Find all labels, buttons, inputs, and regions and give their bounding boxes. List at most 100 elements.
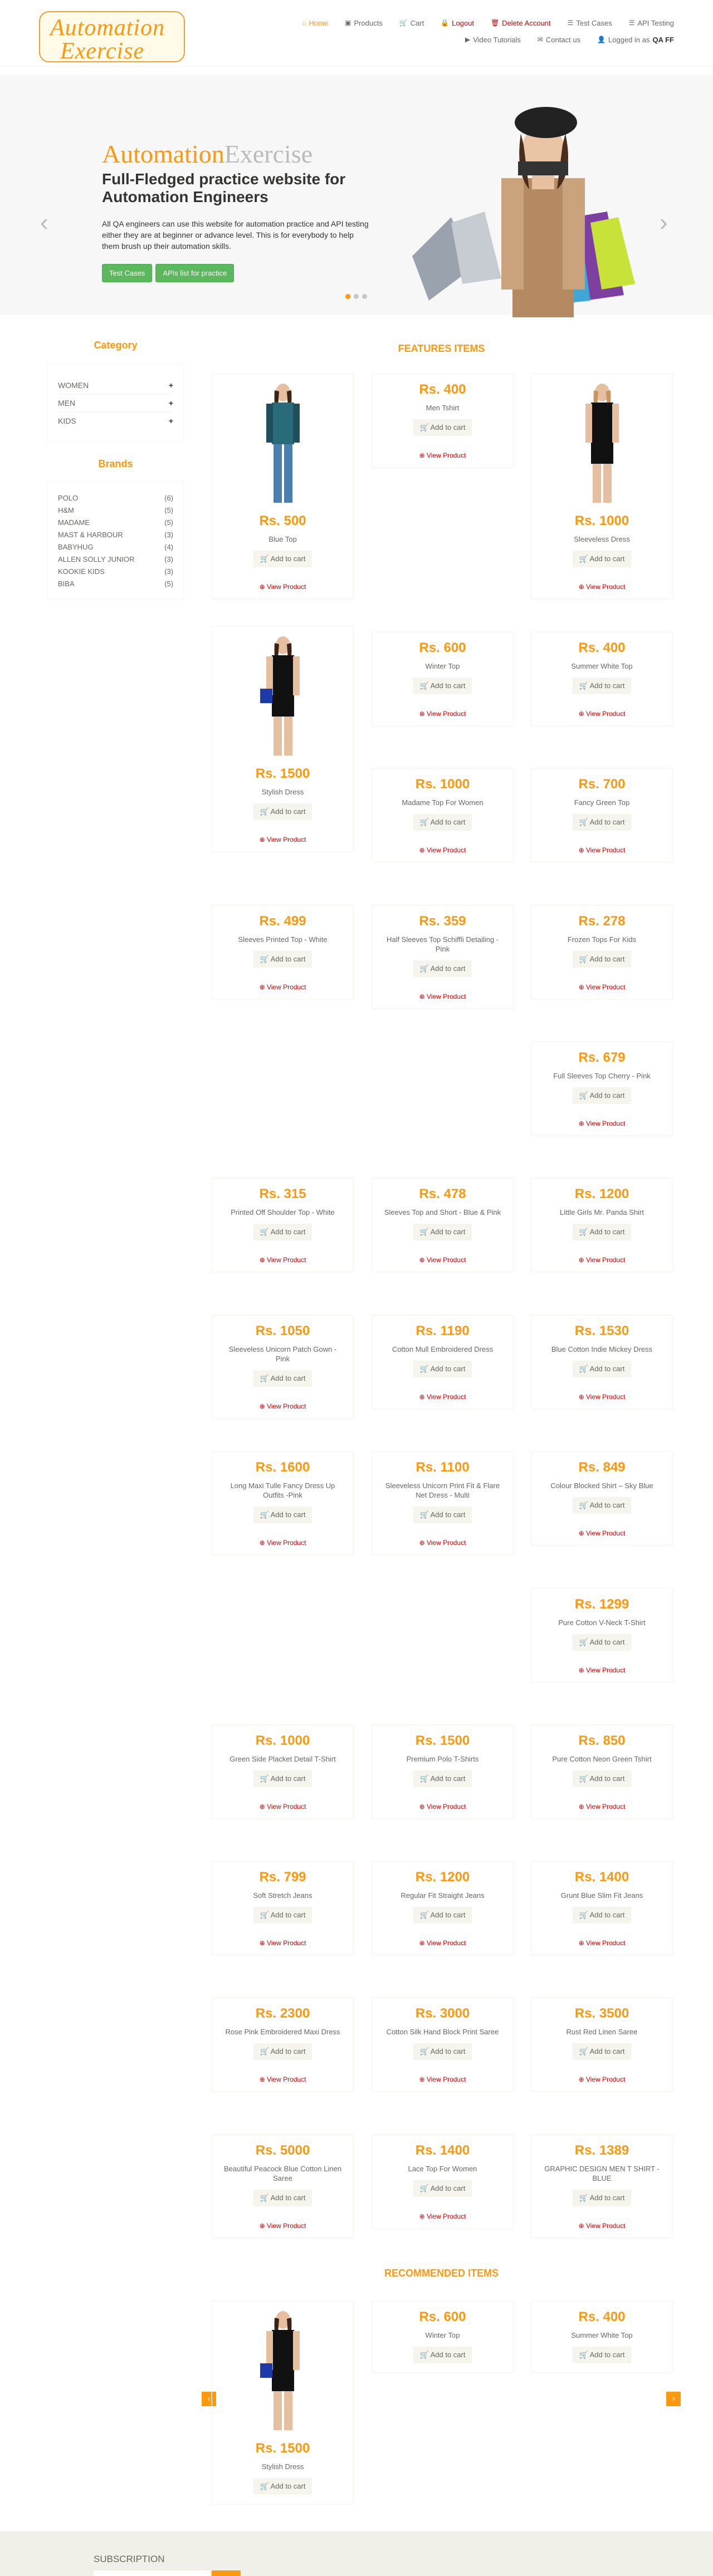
add-to-cart-button[interactable]: 🛒 Add to cart xyxy=(253,1370,312,1387)
add-to-cart-button[interactable]: 🛒 Add to cart xyxy=(253,1224,312,1240)
view-product-link[interactable]: View Product xyxy=(531,1666,672,1674)
add-to-cart-button[interactable]: 🛒 Add to cart xyxy=(572,1497,632,1514)
add-to-cart-button[interactable]: 🛒 Add to cart xyxy=(572,1907,632,1924)
slider-dot[interactable] xyxy=(354,294,359,299)
view-product-link[interactable]: View Product xyxy=(531,983,672,991)
brand-item[interactable]: Mast & Harbour (3) xyxy=(58,528,173,541)
view-product-link[interactable]: View Product xyxy=(372,1939,513,1947)
slider-dot[interactable] xyxy=(362,294,367,299)
add-to-cart-button[interactable]: 🛒 Add to cart xyxy=(572,678,632,694)
add-to-cart-button[interactable]: 🛒 Add to cart xyxy=(413,814,472,831)
view-product-link[interactable]: View Product xyxy=(372,1803,513,1810)
add-to-cart-button[interactable]: 🛒 Add to cart xyxy=(413,1507,472,1523)
add-to-cart-button[interactable]: 🛒 Add to cart xyxy=(572,551,632,567)
add-to-cart-button[interactable]: 🛒 Add to cart xyxy=(253,2478,312,2495)
view-product-link[interactable]: View Product xyxy=(531,846,672,854)
add-to-cart-button[interactable]: 🛒 Add to cart xyxy=(253,1907,312,1924)
view-product-link[interactable]: View Product xyxy=(372,846,513,854)
add-to-cart-button[interactable]: 🛒 Add to cart xyxy=(253,803,312,820)
view-product-link[interactable]: View Product xyxy=(531,2222,672,2230)
add-to-cart-button[interactable]: 🛒 Add to cart xyxy=(413,1770,472,1787)
brand-item[interactable]: Madame (5) xyxy=(58,516,173,528)
view-product-link[interactable]: View Product xyxy=(212,2222,353,2230)
view-product-link[interactable]: View Product xyxy=(531,1803,672,1810)
add-to-cart-button[interactable]: 🛒 Add to cart xyxy=(572,951,632,968)
plus-icon[interactable]: + xyxy=(169,416,173,425)
nav-cart[interactable]: 🛒 Cart xyxy=(399,19,424,27)
brand-item[interactable]: Polo (6) xyxy=(58,492,173,504)
view-product-link[interactable]: View Product xyxy=(531,1256,672,1264)
brand-item[interactable]: Kookie Kids (3) xyxy=(58,565,173,577)
view-product-link[interactable]: View Product xyxy=(372,1539,513,1547)
brand-item[interactable]: H&M (5) xyxy=(58,504,173,516)
recommended-next-icon[interactable]: › xyxy=(666,2392,681,2406)
add-to-cart-button[interactable]: 🛒 Add to cart xyxy=(413,2347,472,2363)
plus-icon[interactable]: + xyxy=(169,399,173,408)
view-product-link[interactable]: View Product xyxy=(372,1256,513,1264)
view-product-link[interactable]: View Product xyxy=(531,1120,672,1127)
add-to-cart-button[interactable]: 🛒 Add to cart xyxy=(572,2347,632,2363)
plus-icon[interactable]: + xyxy=(169,381,173,390)
view-product-link[interactable]: View Product xyxy=(212,1539,353,1547)
view-product-link[interactable]: View Product xyxy=(372,1393,513,1401)
view-product-link[interactable]: View Product xyxy=(212,1939,353,1947)
category-item-kids[interactable]: Kids + xyxy=(58,412,173,430)
add-to-cart-button[interactable]: 🛒 Add to cart xyxy=(413,678,472,694)
add-to-cart-button[interactable]: 🛒 Add to cart xyxy=(572,2043,632,2060)
category-item-men[interactable]: Men + xyxy=(58,394,173,412)
view-product-link[interactable]: View Product xyxy=(372,710,513,718)
add-to-cart-button[interactable]: 🛒 Add to cart xyxy=(253,2043,312,2060)
apis-list-button[interactable]: APIs list for practice xyxy=(155,264,235,282)
view-product-link[interactable]: View Product xyxy=(531,1939,672,1947)
slider-prev-icon[interactable]: ‹ xyxy=(40,209,48,237)
subscribe-email-input[interactable] xyxy=(94,2570,211,2576)
brand-item[interactable]: Biba (5) xyxy=(58,577,173,590)
view-product-link[interactable]: View Product xyxy=(212,2075,353,2083)
view-product-link[interactable]: View Product xyxy=(531,583,672,591)
add-to-cart-button[interactable]: 🛒 Add to cart xyxy=(253,551,312,567)
add-to-cart-button[interactable]: 🛒 Add to cart xyxy=(413,419,472,436)
view-product-link[interactable]: View Product xyxy=(212,983,353,991)
add-to-cart-button[interactable]: 🛒 Add to cart xyxy=(413,1224,472,1240)
nav-video-tutorials[interactable]: ▶ Video Tutorials xyxy=(465,36,521,44)
slider-dot[interactable] xyxy=(345,294,350,299)
add-to-cart-button[interactable]: 🛒 Add to cart xyxy=(572,1770,632,1787)
view-product-link[interactable]: View Product xyxy=(531,1529,672,1537)
add-to-cart-button[interactable]: 🛒 Add to cart xyxy=(572,1361,632,1377)
add-to-cart-button[interactable]: 🛒 Add to cart xyxy=(413,2180,472,2197)
add-to-cart-button[interactable]: 🛒 Add to cart xyxy=(253,951,312,968)
add-to-cart-button[interactable]: 🛒 Add to cart xyxy=(572,1634,632,1651)
category-item-women[interactable]: Women + xyxy=(58,376,173,394)
add-to-cart-button[interactable]: 🛒 Add to cart xyxy=(253,1770,312,1787)
view-product-link[interactable]: View Product xyxy=(212,1402,353,1410)
view-product-link[interactable]: View Product xyxy=(372,2075,513,2083)
nav-test-cases[interactable]: ☰ Test Cases xyxy=(568,19,612,27)
add-to-cart-button[interactable]: 🛒 Add to cart xyxy=(413,960,472,977)
view-product-link[interactable]: View Product xyxy=(531,2075,672,2083)
view-product-link[interactable]: View Product xyxy=(531,1393,672,1401)
view-product-link[interactable]: View Product xyxy=(372,993,513,1000)
view-product-link[interactable]: View Product xyxy=(531,710,672,718)
add-to-cart-button[interactable]: 🛒 Add to cart xyxy=(572,814,632,831)
view-product-link[interactable]: View Product xyxy=(212,1803,353,1810)
nav-contact-us[interactable]: ✉ Contact us xyxy=(538,36,580,44)
nav-delete-account[interactable]: 🗑 Delete Account xyxy=(491,19,551,27)
subscribe-button[interactable] xyxy=(212,2570,241,2576)
add-to-cart-button[interactable]: 🛒 Add to cart xyxy=(572,1224,632,1240)
nav-products[interactable]: ▣ Products xyxy=(345,19,383,27)
view-product-link[interactable]: View Product xyxy=(372,2212,513,2220)
nav-api-testing[interactable]: ☰ API Testing xyxy=(629,19,674,27)
test-cases-button[interactable]: Test Cases xyxy=(102,264,153,282)
add-to-cart-button[interactable]: 🛒 Add to cart xyxy=(413,1361,472,1377)
add-to-cart-button[interactable]: 🛒 Add to cart xyxy=(413,1907,472,1924)
add-to-cart-button[interactable]: 🛒 Add to cart xyxy=(413,2043,472,2060)
add-to-cart-button[interactable]: 🛒 Add to cart xyxy=(572,1087,632,1104)
add-to-cart-button[interactable]: 🛒 Add to cart xyxy=(253,2190,312,2206)
brand-item[interactable]: Allen Solly Junior (3) xyxy=(58,553,173,565)
view-product-link[interactable]: View Product xyxy=(212,836,353,843)
view-product-link[interactable]: View Product xyxy=(212,583,353,591)
add-to-cart-button[interactable]: 🛒 Add to cart xyxy=(253,1507,312,1523)
add-to-cart-button[interactable]: 🛒 Add to cart xyxy=(572,2190,632,2206)
view-product-link[interactable]: View Product xyxy=(212,1256,353,1264)
nav-home[interactable]: ⌂ Home xyxy=(302,19,328,27)
